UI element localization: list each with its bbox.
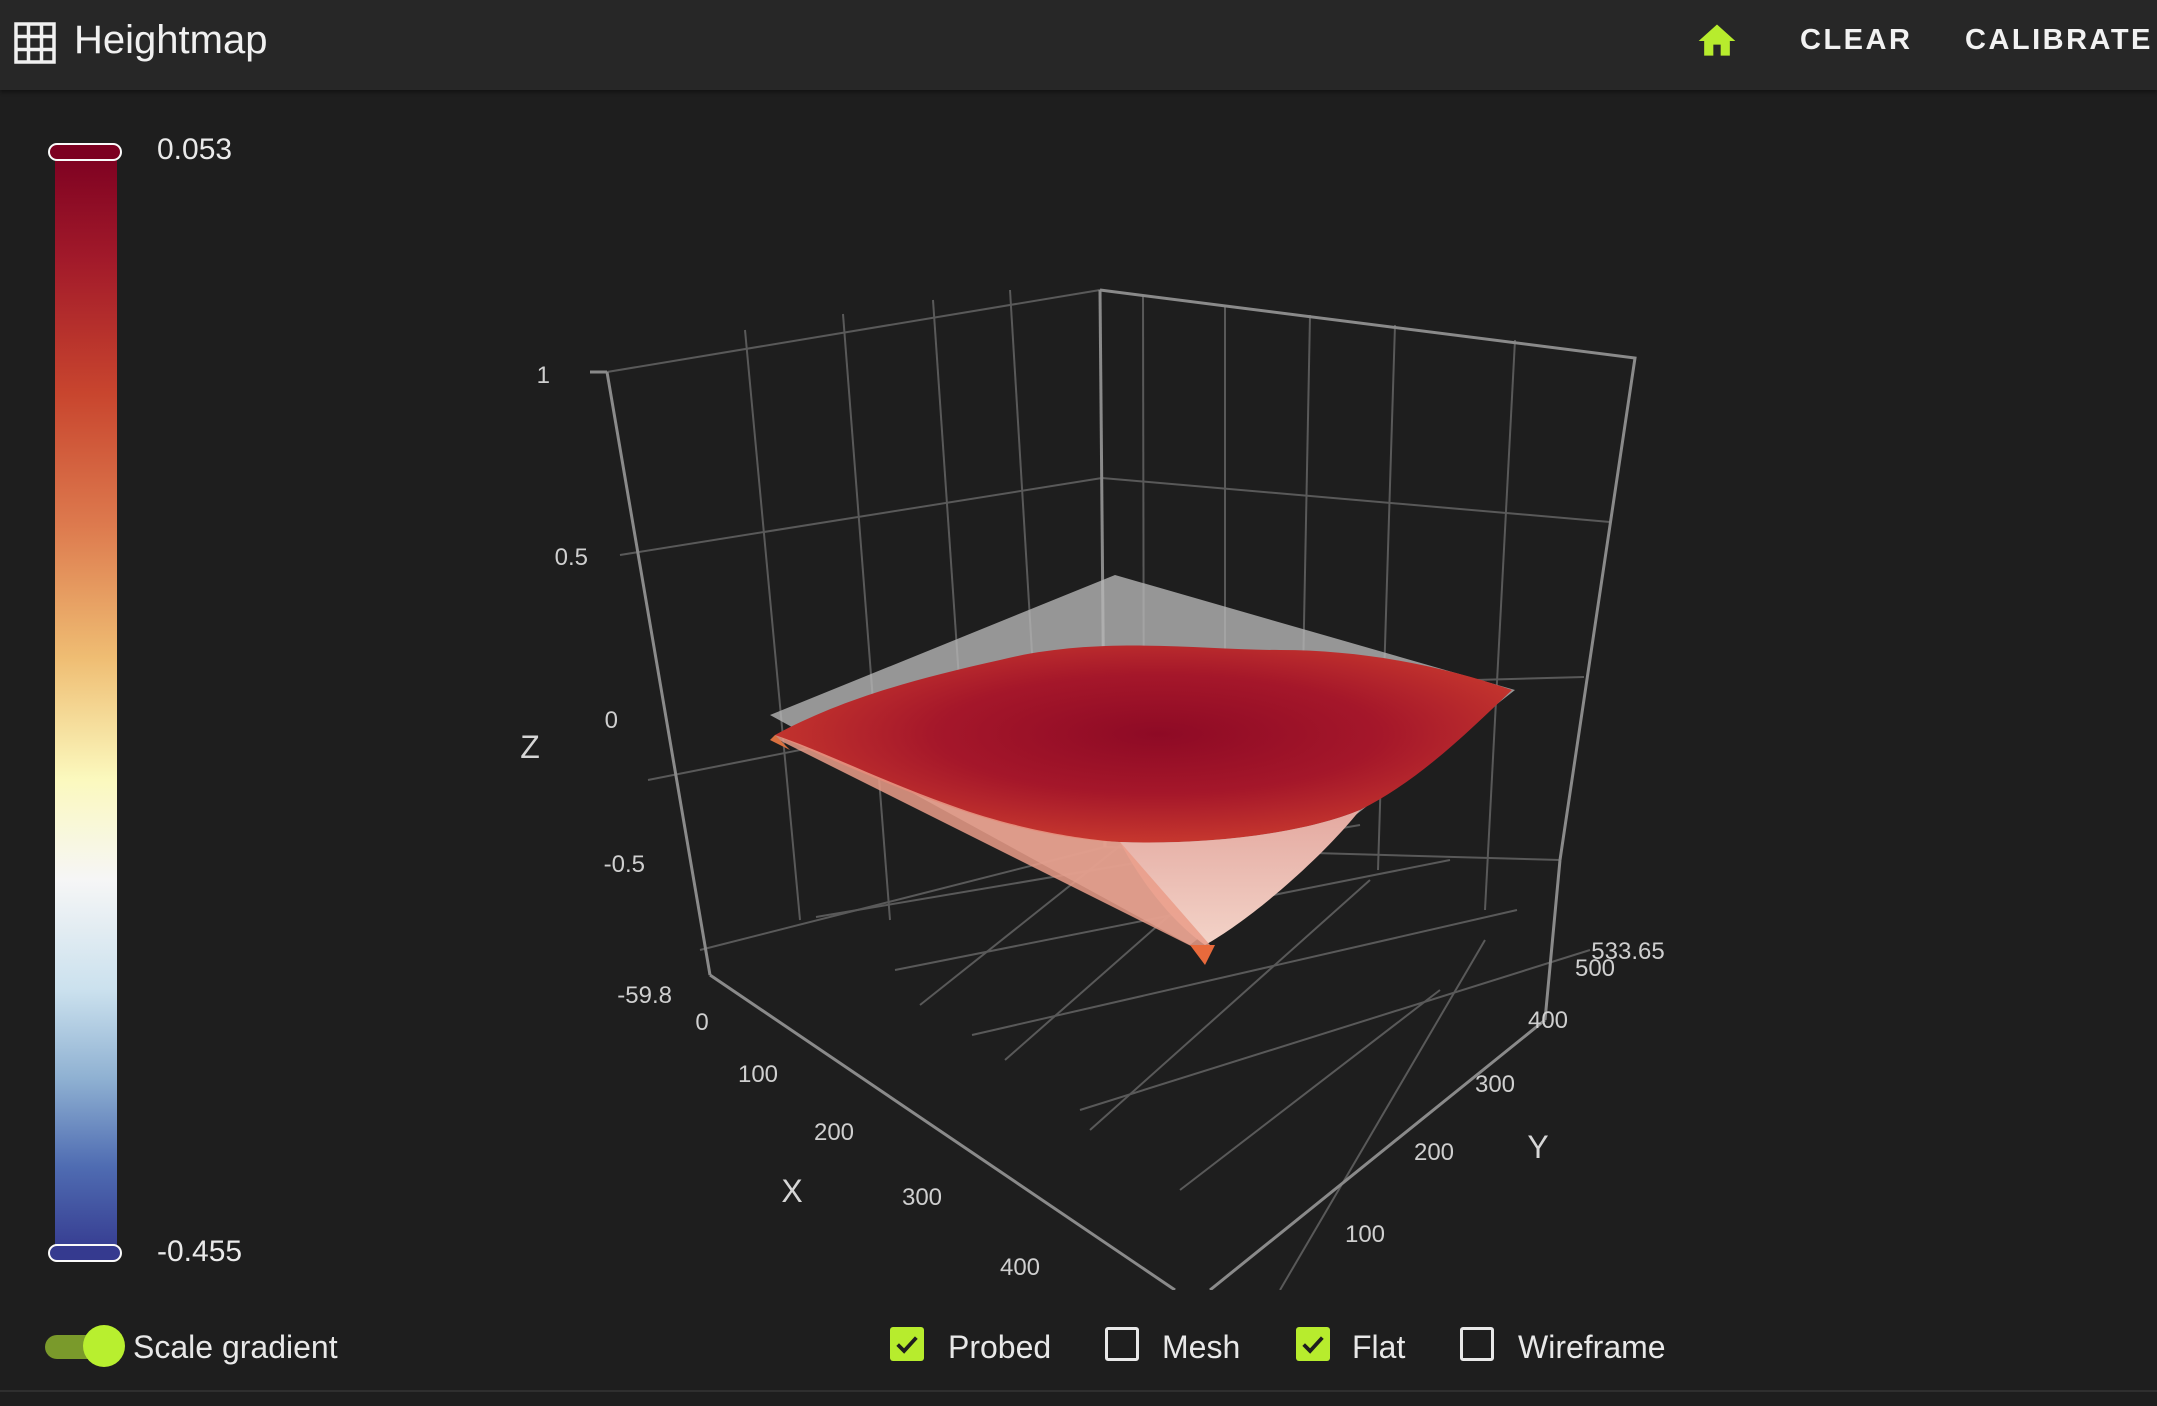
z-tick-label: 1 xyxy=(537,362,550,389)
x-tick-label: 300 xyxy=(902,1184,942,1211)
home-icon[interactable] xyxy=(1695,19,1739,63)
wireframe-label: Wireframe xyxy=(1518,1329,1666,1365)
flat-label: Flat xyxy=(1352,1329,1406,1365)
z-axis-label: Z xyxy=(520,729,540,765)
x-tick-label: 400 xyxy=(1000,1254,1040,1281)
y-tick-label: 100 xyxy=(1345,1221,1385,1248)
z-tick-label: -0.5 xyxy=(604,851,645,878)
heightmap-3d-plot[interactable]: 1 0.5 0 -0.5 -59.8 Z 0 100 200 300 400 X… xyxy=(0,90,2157,1290)
page-title: Heightmap xyxy=(74,18,268,62)
check-icon xyxy=(896,1336,918,1354)
x-tick-label: 100 xyxy=(738,1061,778,1088)
calibrate-button[interactable]: CALIBRATE xyxy=(1965,24,2153,57)
y-tick-label: 200 xyxy=(1414,1139,1454,1166)
y-tick-label: 300 xyxy=(1475,1071,1515,1098)
probed-label: Probed xyxy=(948,1329,1052,1365)
grid-icon xyxy=(14,22,56,64)
app-toolbar: Heightmap CLEAR CALIBRATE xyxy=(0,0,2157,90)
mesh-checkbox[interactable] xyxy=(1105,1327,1139,1361)
footer-divider xyxy=(0,1390,2157,1392)
toggle-knob xyxy=(83,1325,125,1367)
x-axis-label: X xyxy=(781,1173,802,1209)
scale-gradient-toggle[interactable] xyxy=(45,1325,125,1367)
probed-checkbox[interactable] xyxy=(890,1327,924,1361)
check-icon xyxy=(1302,1336,1324,1354)
z-tick-label: 0.5 xyxy=(555,544,588,571)
flat-checkbox[interactable] xyxy=(1296,1327,1330,1361)
y-axis-label: Y xyxy=(1527,1129,1548,1165)
x-tick-label: 0 xyxy=(695,1009,708,1036)
x-tick-label: 200 xyxy=(814,1119,854,1146)
mesh-label: Mesh xyxy=(1162,1329,1241,1365)
wireframe-checkbox[interactable] xyxy=(1460,1327,1494,1361)
clear-button[interactable]: CLEAR xyxy=(1800,24,1912,57)
scale-gradient-label: Scale gradient xyxy=(133,1329,338,1365)
y-tick-label: 533.65 xyxy=(1591,938,1664,965)
z-tick-label: -59.8 xyxy=(617,982,672,1009)
y-tick-label: 400 xyxy=(1528,1007,1568,1034)
z-tick-label: 0 xyxy=(605,707,618,734)
